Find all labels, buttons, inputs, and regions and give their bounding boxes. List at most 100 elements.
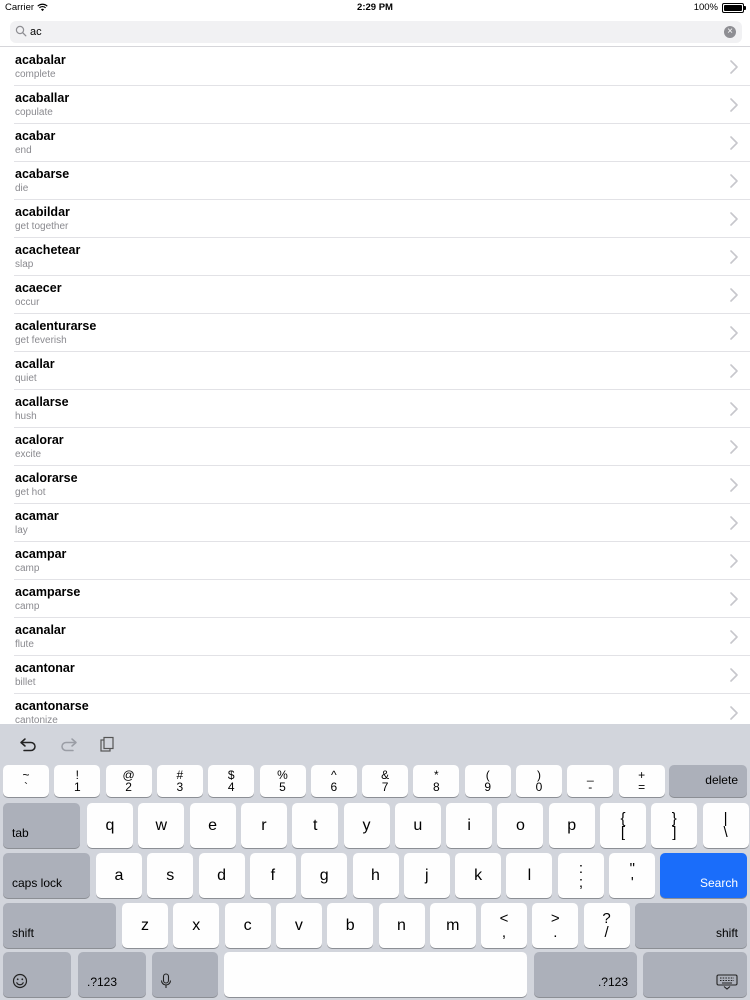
letter-key[interactable]: g [301,853,348,898]
search-field[interactable]: × [10,21,742,43]
key-number[interactable]: $4 [208,765,255,797]
key-number[interactable]: @2 [105,765,152,797]
key-number[interactable]: ! 1 [54,765,101,797]
word-row[interactable]: acallar quiet [14,352,750,390]
key-char: 2 [125,780,132,794]
key-number[interactable]: _ - [567,765,614,797]
letter-key[interactable]: s [147,853,194,898]
letter-key[interactable]: r [240,803,287,848]
word-row[interactable]: acachetear slap [14,238,750,276]
word-row[interactable]: acamparse camp [14,580,750,618]
letter-key[interactable]: v [275,903,322,948]
dictation-key[interactable] [152,952,218,997]
letter-key[interactable]: d [198,853,245,898]
letter-key[interactable]: e [189,803,236,848]
word-gloss: occur [15,297,40,308]
letter-key[interactable]: o [497,803,544,848]
search-icon [15,25,27,37]
word-row[interactable]: acanalar flute [14,618,750,656]
punctuation-key[interactable]: <, [481,903,527,948]
letter-key[interactable]: h [352,853,399,898]
key-number[interactable]: ^ 6 [310,765,357,797]
search-input[interactable] [30,23,710,41]
word-row[interactable]: acabar end [14,124,750,162]
word-row[interactable]: acalenturarse get feverish [14,314,750,352]
punctuation-key[interactable]: {[ [600,803,646,848]
shift-key-right[interactable]: shift [635,903,747,948]
letter-key[interactable]: m [429,903,476,948]
space-key[interactable] [224,952,527,997]
key-number[interactable]: % 5 [259,765,306,797]
key-number[interactable]: #3 [156,765,203,797]
key-number[interactable]: (9 [464,765,511,797]
word-row[interactable]: acampar camp [14,542,750,580]
caps-lock-key[interactable]: caps lock [3,853,90,898]
word-row[interactable]: acantonarse cantonize [14,694,750,724]
key-char: y [362,816,371,834]
punctuation-key[interactable]: >. [532,903,579,948]
punctuation-key[interactable]: " ' [609,853,656,898]
key-label: tab [12,826,29,840]
key-number[interactable]: ) 0 [516,765,562,797]
letter-key[interactable]: y [343,803,390,848]
emoji-key[interactable] [3,952,71,997]
key-number[interactable]: + = [618,765,665,797]
clear-search-icon[interactable]: × [724,26,736,38]
paste-icon[interactable] [98,736,118,752]
key-label: + = [638,769,645,793]
punctuation-key[interactable]: :; [558,853,604,898]
key-label: #3 [177,769,184,793]
letter-key[interactable]: c [224,903,271,948]
word-term: acallarse [15,395,69,409]
microphone-icon [160,973,172,988]
key-char: 3 [176,780,184,794]
key-label: * 8 [433,769,440,793]
letter-key[interactable]: i [446,803,493,848]
word-term: acamparse [15,585,81,599]
numbers-key-left[interactable]: .?123 [78,952,146,997]
undo-icon[interactable] [19,736,39,752]
word-row[interactable]: acaballar copulate [14,86,750,124]
chevron-right-icon [730,592,738,606]
letter-key[interactable]: t [292,803,339,848]
punctuation-key[interactable]: ? / [583,903,630,948]
word-row[interactable]: acalorar excite [14,428,750,466]
letter-key[interactable]: w [138,803,185,848]
word-term: acaballar [15,91,70,105]
word-list[interactable]: acabalar complete acaballar copulate acabar e… [0,48,750,724]
key-number[interactable]: * 8 [413,765,460,797]
word-row[interactable]: acaecer occur [14,276,750,314]
key-number[interactable]: & 7 [362,765,409,797]
search-key[interactable]: Search [660,853,747,898]
hide-keyboard-key[interactable] [643,952,747,997]
letter-key[interactable]: a [96,853,142,898]
word-row[interactable]: acallarse hush [14,390,750,428]
letter-key[interactable]: f [249,853,296,898]
punctuation-key[interactable]: }] [651,803,698,848]
redo-icon[interactable] [58,736,78,752]
key-label: ^ 6 [330,769,337,793]
letter-key[interactable]: q [87,803,133,848]
numbers-key-right[interactable]: .?123 [534,952,637,997]
word-row[interactable]: acabalar complete [14,48,750,86]
tab-key[interactable]: tab [3,803,80,848]
key-number[interactable]: ~ ` [3,765,49,797]
shift-key-left[interactable]: shift [3,903,116,948]
punctuation-key[interactable]: | \ [702,803,749,848]
letter-key[interactable]: x [173,903,220,948]
clock: 2:29 PM [357,2,393,13]
word-row[interactable]: acamar lay [14,504,750,542]
letter-key[interactable]: z [122,903,168,948]
letter-key[interactable]: l [506,853,553,898]
letter-key[interactable]: u [394,803,441,848]
word-row[interactable]: acantonar billet [14,656,750,694]
letter-key[interactable]: p [548,803,595,848]
word-row[interactable]: acabildar get together [14,200,750,238]
letter-key[interactable]: b [327,903,374,948]
word-row[interactable]: acalorarse get hot [14,466,750,504]
word-row[interactable]: acabarse die [14,162,750,200]
delete-key[interactable]: delete [669,765,747,797]
letter-key[interactable]: n [378,903,425,948]
letter-key[interactable]: j [403,853,450,898]
letter-key[interactable]: k [455,853,502,898]
